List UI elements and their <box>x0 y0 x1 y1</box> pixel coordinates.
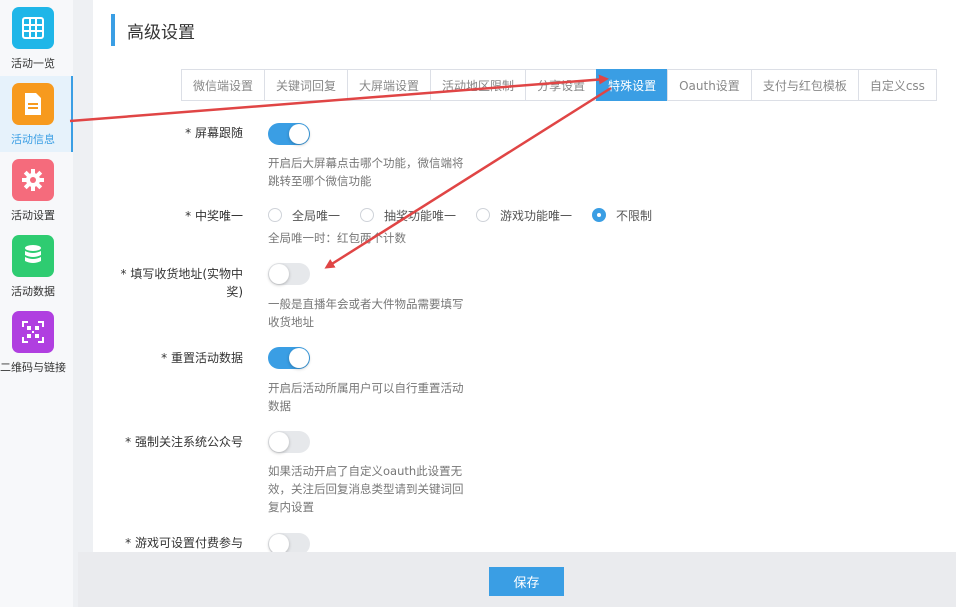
toggle-knob <box>269 432 289 452</box>
force-follow-label: * 强制关注系统公众号 <box>125 435 243 449</box>
screen-follow-label: * 屏幕跟随 <box>185 126 243 140</box>
description-line: 开启后大屏幕点击哪个功能，微信端将 <box>268 156 464 170</box>
radio-circle <box>592 208 607 222</box>
tab-custom-css[interactable]: 自定义css <box>857 69 937 101</box>
label-line: * 填写收货地址(实物中 <box>120 267 244 281</box>
screen-follow-toggle[interactable] <box>268 123 310 145</box>
content-gutter <box>73 0 93 607</box>
qrcode-icon <box>12 311 54 353</box>
description-line: 收货地址 <box>268 315 314 329</box>
force-follow-toggle[interactable] <box>268 431 310 453</box>
prize-unique-radio-group: 全局唯一 抽奖功能唯一 游戏功能唯一 不限制 <box>268 205 672 225</box>
sidebar-item-activity-info[interactable]: 活动信息 <box>0 76 73 152</box>
tab-region-limit[interactable]: 活动地区限制 <box>430 69 527 101</box>
radio-circle <box>360 208 375 222</box>
tab-wechat-settings[interactable]: 微信端设置 <box>181 69 266 101</box>
radio-game-unique[interactable]: 游戏功能唯一 <box>476 207 572 224</box>
sidebar-item-qrcode-links[interactable]: 二维码与链接 <box>0 304 73 380</box>
toggle-knob <box>269 534 289 552</box>
reset-data-description: 开启后活动所属用户可以自行重置活动 数据 <box>268 379 464 415</box>
radio-label: 不限制 <box>616 208 653 223</box>
sidebar-item-activity-settings[interactable]: 活动设置 <box>0 152 73 228</box>
tab-oauth-settings[interactable]: Oauth设置 <box>667 69 752 101</box>
reset-data-toggle[interactable] <box>268 347 310 369</box>
prize-unique-label: * 中奖唯一 <box>185 209 243 223</box>
radio-label: 游戏功能唯一 <box>500 208 573 223</box>
radio-label: 抽奖功能唯一 <box>384 208 457 223</box>
paid-games-toggle[interactable] <box>268 533 310 552</box>
description-line: 一般是直播年会或者大件物品需要填写 <box>268 297 464 311</box>
sidebar-item-label: 活动信息 <box>11 133 55 146</box>
prize-unique-description: 全局唯一时：红包两个计数 <box>268 231 406 245</box>
force-follow-description: 如果活动开启了自定义oauth此设置无 效，关注后回复消息类型请到关键词回 复内… <box>268 462 464 516</box>
tab-share-settings[interactable]: 分享设置 <box>525 69 598 101</box>
shipping-address-toggle[interactable] <box>268 263 310 285</box>
sidebar-item-activity-data[interactable]: 活动数据 <box>0 228 73 304</box>
radio-label: 全局唯一 <box>292 208 341 223</box>
sidebar-item-label: 二维码与链接 <box>0 361 66 374</box>
sidebar-item-label: 活动数据 <box>11 285 55 298</box>
tab-bigscreen-settings[interactable]: 大屏端设置 <box>347 69 432 101</box>
tab-special-settings[interactable]: 特殊设置 <box>596 69 669 101</box>
document-icon <box>12 83 54 125</box>
paid-games-label: * 游戏可设置付费参与 <box>125 536 243 550</box>
description-line: 效，关注后回复消息类型请到关键词回 <box>268 482 464 496</box>
gear-icon <box>12 159 54 201</box>
sidebar-item-label: 活动设置 <box>11 209 55 222</box>
description-line: 复内设置 <box>268 500 314 514</box>
settings-tabs: 微信端设置 关键词回复 大屏端设置 活动地区限制 分享设置 特殊设置 Oauth… <box>181 69 937 101</box>
tab-keyword-reply[interactable]: 关键词回复 <box>264 69 349 101</box>
description-line: 数据 <box>268 399 291 413</box>
radio-global-unique[interactable]: 全局唯一 <box>268 207 340 224</box>
label-line: 奖) <box>226 285 243 299</box>
toggle-knob <box>269 264 289 284</box>
toggle-knob <box>289 124 309 144</box>
toggle-knob <box>289 348 309 368</box>
radio-no-limit[interactable]: 不限制 <box>592 207 652 224</box>
shipping-address-label: * 填写收货地址(实物中 奖) <box>121 265 244 301</box>
screen-follow-description: 开启后大屏幕点击哪个功能，微信端将 跳转至哪个微信功能 <box>268 154 464 190</box>
description-line: 如果活动开启了自定义oauth此设置无 <box>268 464 463 478</box>
description-line: 开启后活动所属用户可以自行重置活动 <box>268 381 464 395</box>
grid-icon <box>12 7 54 49</box>
sidebar: 活动一览 活动信息 活动设置 活动数据 二维码与链接 <box>0 0 73 607</box>
sidebar-item-activity-list[interactable]: 活动一览 <box>0 0 73 76</box>
description-line: 跳转至哪个微信功能 <box>268 174 372 188</box>
sidebar-item-label: 活动一览 <box>11 57 55 70</box>
page-title: 高级设置 <box>111 14 195 46</box>
reset-data-label: * 重置活动数据 <box>161 351 243 365</box>
radio-circle <box>476 208 491 222</box>
save-button[interactable]: 保存 <box>489 567 564 596</box>
radio-circle <box>268 208 282 222</box>
database-icon <box>12 235 54 277</box>
footer-bar: 保存 <box>78 552 956 607</box>
tab-payment-redpacket[interactable]: 支付与红包模板 <box>750 69 859 101</box>
radio-lottery-unique[interactable]: 抽奖功能唯一 <box>360 207 456 224</box>
settings-panel: 高级设置 微信端设置 关键词回复 大屏端设置 活动地区限制 分享设置 特殊设置 … <box>93 0 956 552</box>
shipping-address-description: 一般是直播年会或者大件物品需要填写 收货地址 <box>268 295 464 331</box>
